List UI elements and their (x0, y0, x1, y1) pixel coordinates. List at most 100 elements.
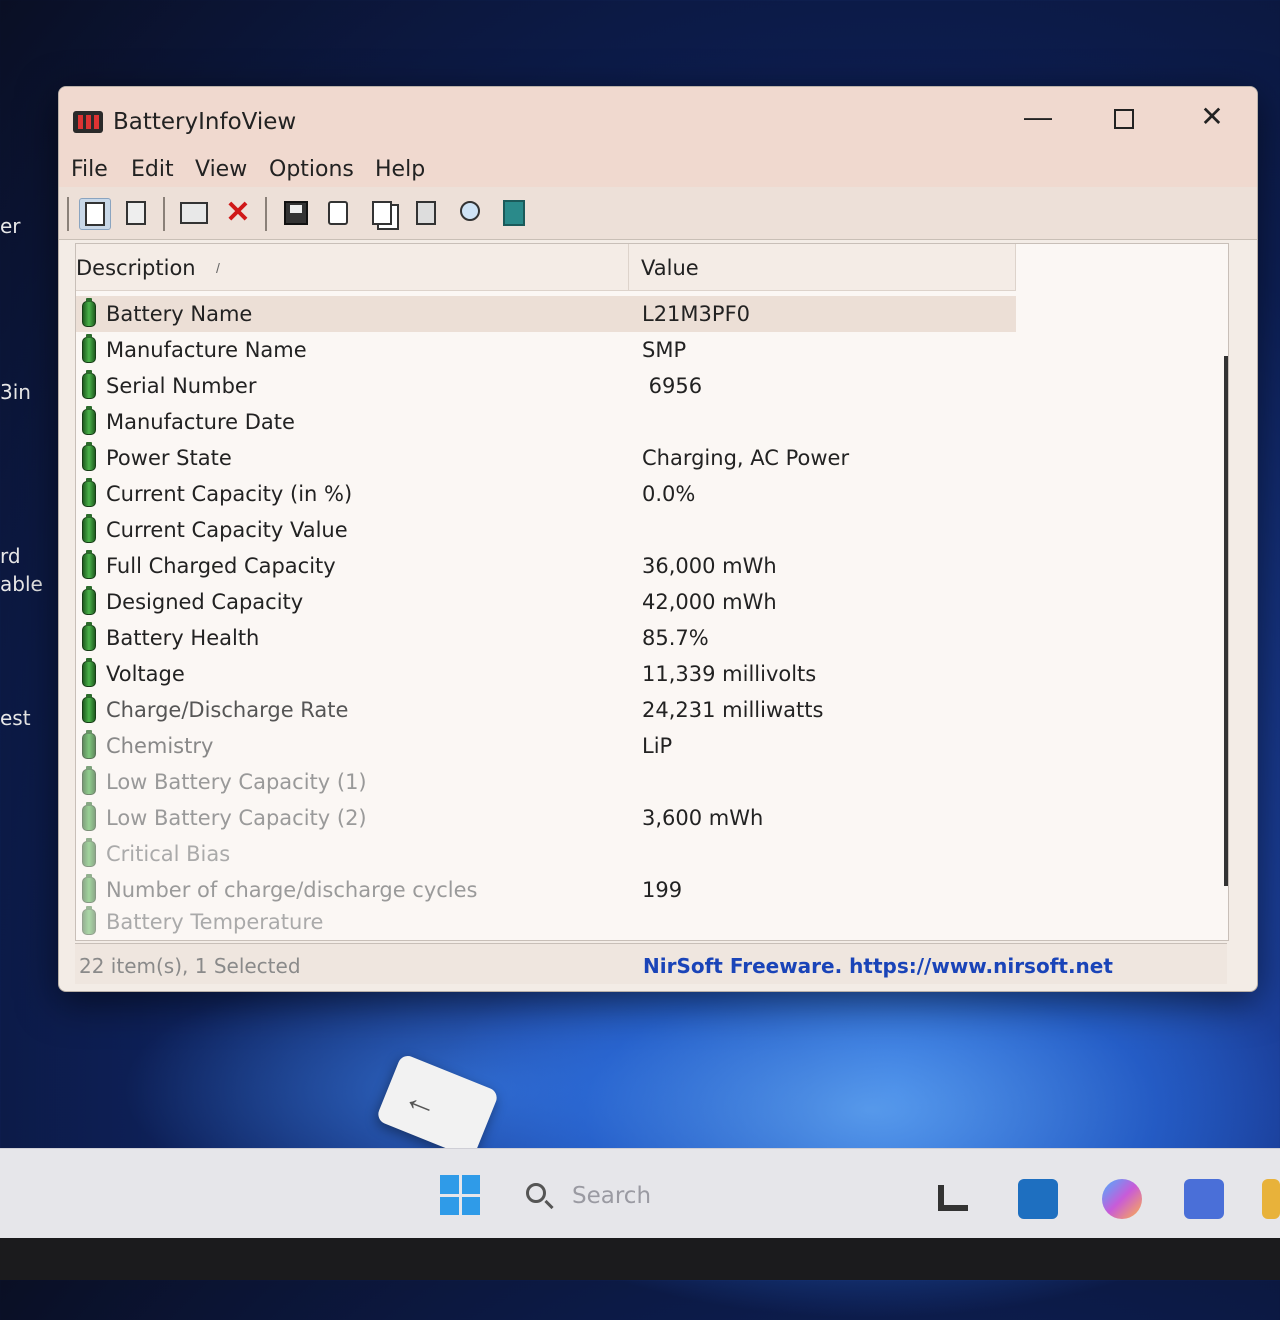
taskbar: Search (0, 1148, 1280, 1239)
refresh-icon[interactable] (323, 198, 353, 228)
nirsoft-link[interactable]: NirSoft Freeware. https://www.nirsoft.ne… (643, 954, 1113, 978)
row-description: Designed Capacity (106, 590, 304, 614)
file-explorer-icon[interactable] (1262, 1179, 1280, 1219)
html-report-icon[interactable] (179, 198, 209, 228)
desktop-icon-label[interactable]: rd (0, 544, 21, 568)
battery-icon (82, 514, 96, 543)
row-value: 42,000 mWh (642, 590, 777, 614)
list-row[interactable]: Current Capacity (in %) 0.0% (76, 476, 1016, 512)
battery-icon (82, 550, 96, 579)
desktop-icon-label[interactable]: est (0, 706, 31, 730)
list-row[interactable]: Battery Health 85.7% (76, 620, 1016, 656)
row-value: 36,000 mWh (642, 554, 777, 578)
row-description: Number of charge/discharge cycles (106, 878, 478, 902)
window-title: BatteryInfoView (113, 109, 297, 135)
app-icon (73, 111, 103, 133)
row-value: 11,339 millivolts (642, 662, 817, 686)
row-description: Current Capacity (in %) (106, 482, 353, 506)
menu-file[interactable]: File (71, 157, 108, 182)
row-description: Chemistry (106, 734, 214, 758)
list-row[interactable]: Full Charged Capacity 36,000 mWh (76, 548, 1016, 584)
list-row[interactable]: Number of charge/discharge cycles 199 (76, 872, 1016, 908)
battery-icon (82, 370, 96, 399)
row-value: L21M3PF0 (642, 302, 751, 326)
battery-icon (82, 442, 96, 471)
exit-icon[interactable] (499, 198, 529, 228)
menu-bar: File Edit View Options Help (59, 151, 1257, 187)
row-description: Voltage (106, 662, 185, 686)
list-row[interactable]: Charge/Discharge Rate 24,231 milliwatts (76, 692, 1016, 728)
maximize-button[interactable] (1089, 95, 1159, 139)
column-header-row: Description / Value (76, 244, 1016, 291)
row-value: 3,600 mWh (642, 806, 764, 830)
row-description: Low Battery Capacity (1) (106, 770, 367, 794)
battery-icon (82, 334, 96, 363)
menu-options[interactable]: Options (269, 157, 354, 182)
list-row[interactable]: Critical Bias (76, 836, 1016, 872)
title-bar[interactable]: BatteryInfoView — ✕ (59, 87, 1257, 151)
list-row[interactable]: Manufacture Name SMP (76, 332, 1016, 368)
search-icon (526, 1183, 546, 1203)
find-icon[interactable] (455, 198, 485, 228)
copilot-icon[interactable] (1102, 1179, 1142, 1219)
battery-info-list[interactable]: Description / Value Battery Name L21M3PF0… (75, 243, 1229, 941)
row-value: SMP (642, 338, 687, 362)
vertical-scrollbar[interactable] (1224, 356, 1228, 886)
list-row[interactable]: Chemistry LiP (76, 728, 1016, 764)
battery-icon (82, 478, 96, 507)
status-item-count: 22 item(s), 1 Selected (79, 954, 301, 978)
row-description: Battery Name (106, 302, 253, 326)
sort-indicator-icon: / (216, 260, 220, 276)
list-row[interactable]: Current Capacity Value (76, 512, 1016, 548)
battery-icon (82, 586, 96, 615)
task-view-icon[interactable] (934, 1179, 974, 1219)
battery-icon (82, 730, 96, 759)
list-row[interactable]: Designed Capacity 42,000 mWh (76, 584, 1016, 620)
store-icon[interactable] (1018, 1179, 1058, 1219)
list-row[interactable]: Battery Name L21M3PF0 (76, 296, 1016, 332)
row-description: Serial Number (106, 374, 257, 398)
options-icon[interactable] (411, 198, 441, 228)
row-description: Low Battery Capacity (2) (106, 806, 367, 830)
row-value: 85.7% (642, 626, 709, 650)
properties-icon[interactable] (79, 198, 111, 230)
delete-icon[interactable]: ✕ (223, 198, 253, 228)
save-icon[interactable] (281, 198, 311, 228)
battery-icon (82, 874, 96, 903)
row-value: Charging, AC Power (642, 446, 850, 470)
taskbar-search[interactable]: Search (510, 1169, 910, 1221)
list-row[interactable]: Low Battery Capacity (2) 3,600 mWh (76, 800, 1016, 836)
row-description: Battery Temperature (106, 910, 324, 934)
minimize-button[interactable]: — (1003, 95, 1073, 139)
arrow-left-icon: ← (397, 1074, 447, 1127)
column-header-value[interactable]: Value (629, 244, 1016, 290)
status-bar: 22 item(s), 1 Selected NirSoft Freeware.… (75, 943, 1227, 984)
row-value: 6956 (642, 374, 703, 398)
list-row[interactable]: Manufacture Date (76, 404, 1016, 440)
list-row[interactable]: Voltage 11,339 millivolts (76, 656, 1016, 692)
list-row[interactable]: Power State Charging, AC Power (76, 440, 1016, 476)
desktop-icon-label[interactable]: er (0, 214, 21, 238)
battery-icon (82, 766, 96, 795)
row-description: Power State (106, 446, 232, 470)
menu-view[interactable]: View (195, 157, 247, 182)
list-row[interactable]: Serial Number 6956 (76, 368, 1016, 404)
row-description: Current Capacity Value (106, 518, 348, 542)
list-row[interactable]: Low Battery Capacity (1) (76, 764, 1016, 800)
menu-help[interactable]: Help (375, 157, 425, 182)
row-description: Battery Health (106, 626, 260, 650)
clipboard-icon[interactable] (121, 198, 151, 228)
row-description: Charge/Discharge Rate (106, 698, 349, 722)
row-description: Critical Bias (106, 842, 231, 866)
row-value: 199 (642, 878, 683, 902)
copy-icon[interactable] (367, 198, 397, 228)
desktop-icon-label[interactable]: 3in (0, 380, 31, 404)
column-header-description[interactable]: Description / (76, 244, 629, 290)
desktop-icon-label[interactable]: able (0, 572, 43, 596)
list-row[interactable]: Battery Temperature (76, 904, 1016, 940)
teams-icon[interactable] (1184, 1179, 1224, 1219)
maximize-icon (1114, 108, 1134, 129)
close-button[interactable]: ✕ (1177, 95, 1247, 139)
windows-start-icon[interactable] (440, 1175, 480, 1215)
menu-edit[interactable]: Edit (131, 157, 174, 182)
